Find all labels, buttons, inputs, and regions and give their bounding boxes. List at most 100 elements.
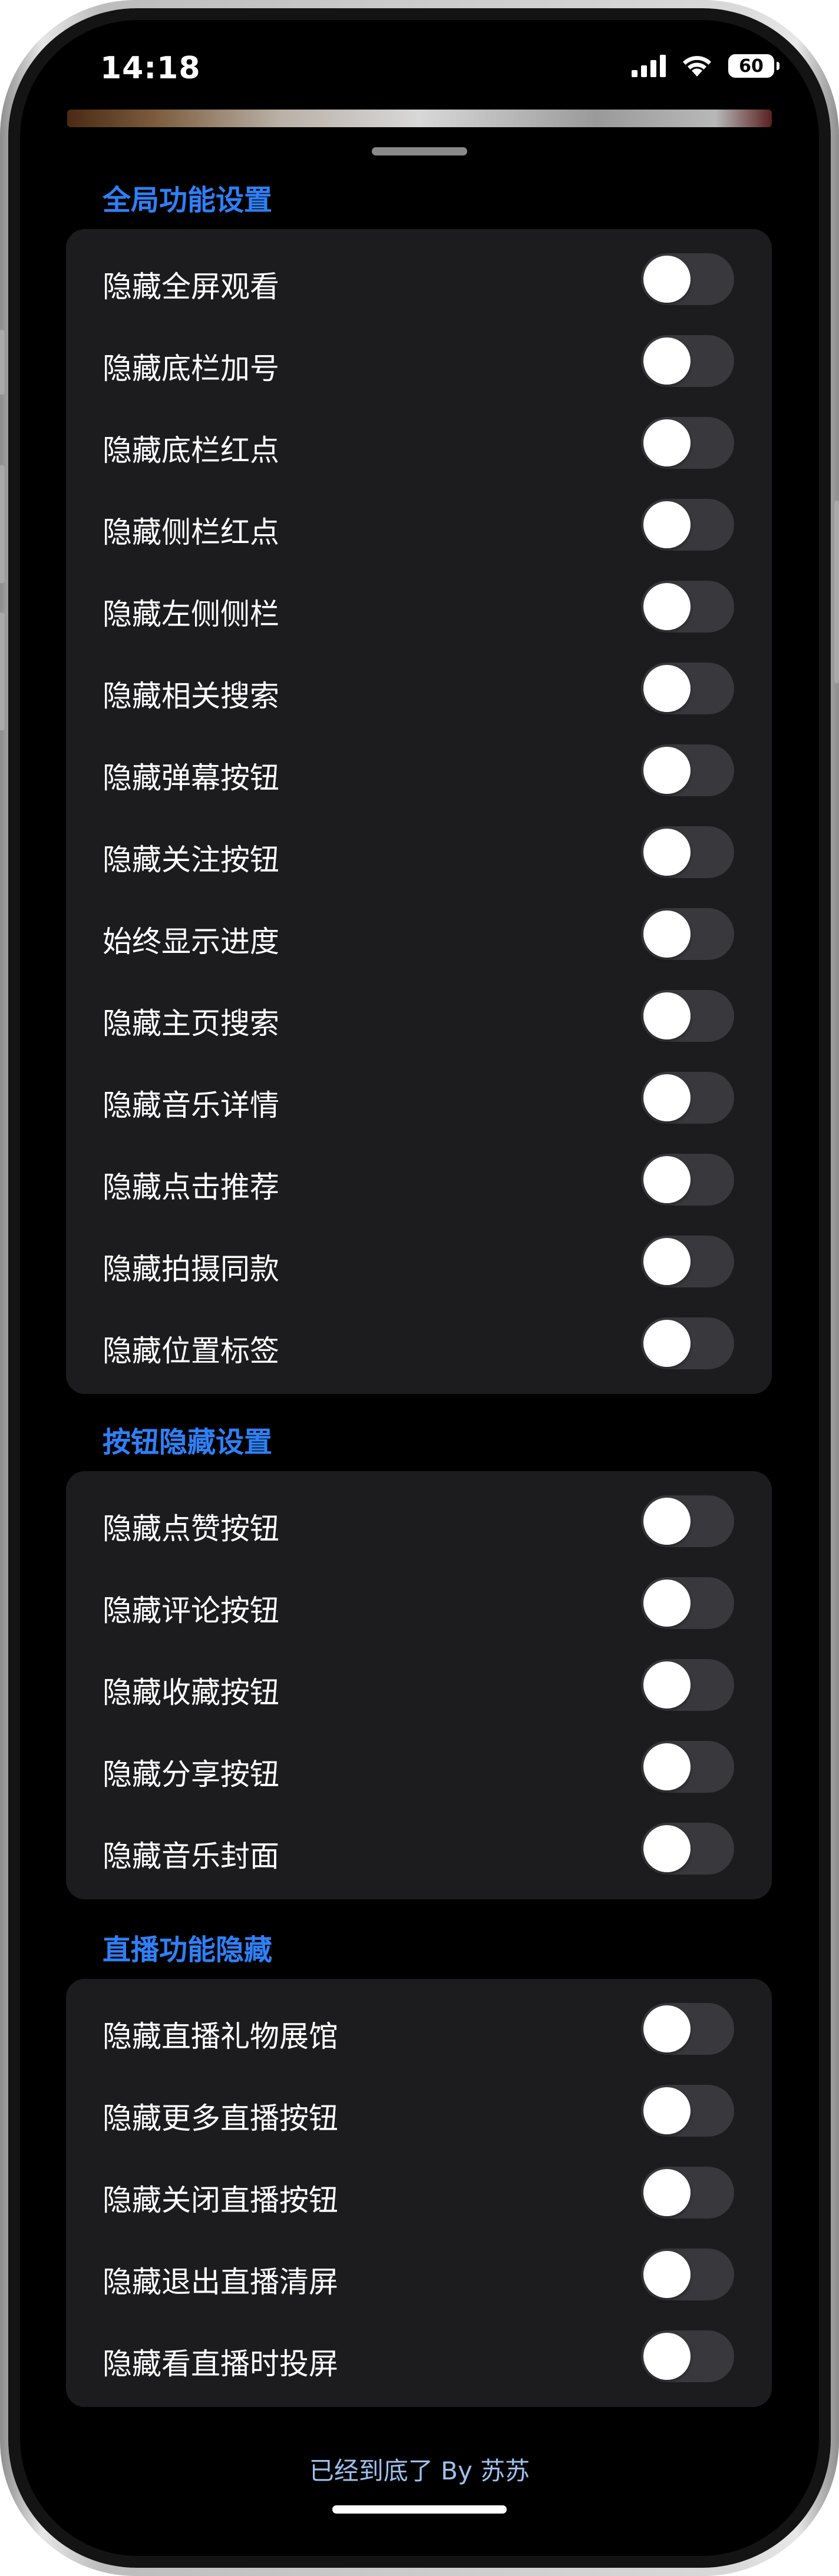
toggle-switch[interactable]	[641, 1317, 734, 1369]
toggle-switch[interactable]	[641, 417, 734, 469]
settings-row: 隐藏评论按钮	[66, 1562, 772, 1644]
settings-row: 隐藏退出直播清屏	[66, 2234, 772, 2316]
background-preview-strip	[67, 110, 772, 127]
toggle-knob	[643, 337, 691, 385]
settings-row-label: 隐藏退出直播清屏	[103, 2265, 338, 2299]
settings-row-label: 隐藏直播礼物展馆	[103, 2019, 338, 2054]
toggle-switch[interactable]	[641, 1659, 734, 1711]
toggle-switch[interactable]	[641, 1236, 734, 1287]
section-title-1: 按钮隐藏设置	[103, 1426, 273, 1459]
settings-row: 隐藏点赞按钮	[66, 1481, 772, 1562]
toggle-knob	[643, 419, 691, 466]
toggle-switch[interactable]	[641, 2167, 734, 2219]
settings-row: 隐藏直播礼物展馆	[66, 1988, 772, 2070]
toggle-knob	[643, 1156, 691, 1203]
toggle-switch[interactable]	[641, 2249, 734, 2300]
toggle-switch[interactable]	[641, 1741, 734, 1793]
settings-row-label: 隐藏相关搜索	[103, 679, 279, 713]
toggle-switch[interactable]	[641, 2003, 734, 2055]
settings-row: 隐藏主页搜索	[66, 975, 772, 1057]
section-title-2: 直播功能隐藏	[103, 1933, 273, 1966]
settings-row: 隐藏关注按钮	[66, 812, 772, 893]
settings-row: 隐藏底栏红点	[66, 402, 772, 484]
toggle-switch[interactable]	[641, 335, 734, 387]
settings-row-label: 始终显示进度	[103, 925, 279, 959]
settings-row: 隐藏侧栏红点	[66, 484, 772, 566]
section-title-0: 全局功能设置	[103, 184, 273, 217]
settings-row-label: 隐藏底栏红点	[103, 433, 279, 468]
toggle-switch[interactable]	[641, 663, 734, 714]
wifi-icon	[683, 56, 711, 77]
toggle-switch[interactable]	[641, 990, 734, 1042]
settings-row: 隐藏底栏加号	[66, 320, 772, 402]
settings-row: 隐藏分享按钮	[66, 1726, 772, 1808]
settings-row: 隐藏更多直播按钮	[66, 2070, 772, 2152]
settings-row-label: 隐藏关注按钮	[103, 843, 279, 877]
battery-icon: 60	[728, 54, 779, 78]
toggle-switch[interactable]	[641, 744, 734, 796]
toggle-knob	[643, 665, 691, 712]
toggle-switch[interactable]	[641, 2085, 734, 2137]
toggle-switch[interactable]	[641, 1577, 734, 1629]
home-indicator[interactable]	[332, 2505, 507, 2514]
toggle-knob	[643, 1580, 691, 1627]
settings-row: 隐藏看直播时投屏	[66, 2316, 772, 2398]
settings-row-label: 隐藏分享按钮	[103, 1757, 279, 1792]
settings-row-label: 隐藏点赞按钮	[103, 1512, 279, 1546]
toggle-switch[interactable]	[641, 1072, 734, 1124]
toggle-knob	[643, 501, 691, 548]
toggle-switch[interactable]	[641, 2330, 734, 2382]
settings-row-label: 隐藏底栏加号	[103, 352, 279, 386]
settings-row-label: 隐藏左侧侧栏	[103, 597, 279, 631]
toggle-switch[interactable]	[641, 253, 734, 305]
toggle-switch[interactable]	[641, 499, 734, 551]
settings-row: 隐藏全屏观看	[66, 239, 772, 320]
settings-row: 隐藏拍摄同款	[66, 1221, 772, 1303]
toggle-switch[interactable]	[641, 908, 734, 960]
toggle-knob	[643, 1238, 691, 1285]
settings-row-label: 隐藏更多直播按钮	[103, 2101, 338, 2135]
status-icons: 60	[632, 54, 779, 78]
volume-down-button	[0, 612, 5, 730]
settings-row-label: 隐藏音乐详情	[103, 1088, 279, 1123]
settings-row-label: 隐藏收藏按钮	[103, 1676, 279, 1710]
sheet-grabber[interactable]	[372, 147, 467, 155]
settings-row: 隐藏弹幕按钮	[66, 730, 772, 812]
toggle-knob	[643, 1074, 691, 1121]
toggle-knob	[643, 2333, 691, 2380]
toggle-knob	[643, 1743, 691, 1790]
power-button	[834, 501, 839, 683]
status-time: 14:18	[100, 51, 201, 86]
toggle-knob	[643, 2169, 691, 2216]
toggle-knob	[643, 910, 691, 958]
settings-row: 隐藏相关搜索	[66, 648, 772, 730]
screen: 14:18 60 全局功能设置 隐藏全屏观看 隐藏底栏加号 隐藏底栏红点 隐藏侧栏红点隐…	[20, 20, 819, 2556]
settings-row-label: 隐藏侧栏红点	[103, 515, 279, 549]
toggle-knob	[643, 2005, 691, 2052]
settings-row: 始终显示进度	[66, 893, 772, 975]
settings-row: 隐藏关闭直播按钮	[66, 2152, 772, 2234]
toggle-knob	[643, 992, 691, 1039]
settings-row-label: 隐藏评论按钮	[103, 1594, 279, 1628]
toggle-switch[interactable]	[641, 826, 734, 878]
toggle-switch[interactable]	[641, 1823, 734, 1875]
settings-row-label: 隐藏音乐封面	[103, 1839, 279, 1873]
settings-row-label: 隐藏看直播时投屏	[103, 2347, 338, 2381]
settings-card-1: 隐藏点赞按钮 隐藏评论按钮 隐藏收藏按钮 隐藏分享按钮 隐藏音乐封面	[66, 1471, 772, 1899]
toggle-switch[interactable]	[641, 1495, 734, 1547]
toggle-knob	[643, 1825, 691, 1872]
toggle-knob	[643, 256, 691, 303]
settings-row: 隐藏音乐封面	[66, 1808, 772, 1890]
toggle-knob	[643, 2087, 691, 2134]
volume-up-button	[0, 465, 5, 583]
toggle-knob	[643, 2251, 691, 2298]
toggle-knob	[643, 583, 691, 630]
toggle-switch[interactable]	[641, 581, 734, 633]
toggle-knob	[643, 1498, 691, 1545]
settings-row: 隐藏位置标签	[66, 1303, 772, 1385]
toggle-switch[interactable]	[641, 1154, 734, 1206]
toggle-knob	[643, 829, 691, 876]
settings-row-label: 隐藏点击推荐	[103, 1170, 279, 1204]
signal-bars-icon	[632, 55, 666, 77]
settings-card-2: 隐藏直播礼物展馆 隐藏更多直播按钮隐藏关闭直播按钮隐藏退出直播清屏 隐藏看直播时投屏	[66, 1979, 772, 2407]
